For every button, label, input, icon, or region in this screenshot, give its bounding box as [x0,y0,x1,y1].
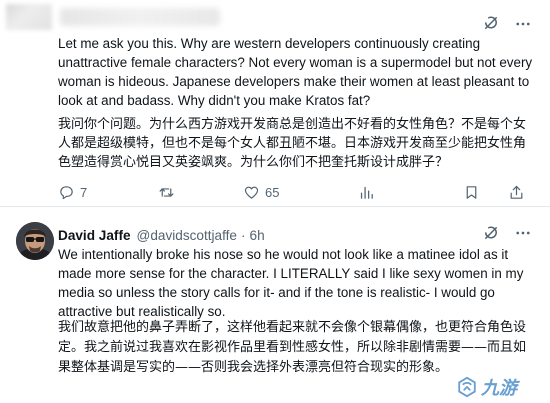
avatar[interactable] [16,222,54,260]
tweet-text-chinese: 我问你个问题。为什么西方游戏开发商总是创造出不好看的女性角色？不是每个女人都是超… [58,117,527,170]
grok-icon[interactable] [482,224,500,242]
author-handle[interactable]: @davidscottjaffe [137,228,237,243]
reply-icon [60,185,73,199]
bookmark-button[interactable] [463,182,480,202]
share-button[interactable] [508,182,525,202]
tweet-text-english: Let me ask you this. Why are western dev… [58,36,533,108]
like-count: 65 [265,184,280,200]
reply-text-chinese: 我们故意把他的鼻子弄断了，这样他看起来就不会像个银幕偶像，也更符合角色设定。我之… [58,320,527,375]
views-button[interactable] [358,182,380,202]
share-icon [510,185,523,199]
quoted-tweet: Let me ask you this. Why are western dev… [0,0,550,206]
more-icon[interactable] [514,224,532,242]
blurred-avatar [6,4,52,30]
nine-game-logo [458,376,476,398]
views-icon [360,186,373,199]
reply-count: 7 [80,184,88,200]
like-icon [244,186,259,199]
tweet-actions: 7 65 [58,182,528,202]
like-button[interactable]: 65 [243,182,279,202]
repost-icon [159,187,174,197]
avatar-image [16,222,54,260]
grok-icon[interactable] [482,14,500,32]
watermark-text: 九游 [481,378,517,399]
author-row: David Jaffe @davidscottjaffe · 6h [58,225,265,245]
more-icon[interactable] [514,15,532,33]
blurred-username [60,8,220,26]
separator: · [240,227,246,243]
timestamp[interactable]: 6h [250,228,265,243]
reply-button[interactable]: 7 [58,182,87,202]
reply-tweet: David Jaffe @davidscottjaffe · 6h We int… [0,207,550,403]
reply-text-english: We intentionally broke his nose so he wo… [58,247,524,319]
watermark: 九游 [456,374,546,400]
repost-button[interactable] [158,182,180,202]
author-name[interactable]: David Jaffe [58,228,131,243]
bookmark-icon [466,185,477,199]
